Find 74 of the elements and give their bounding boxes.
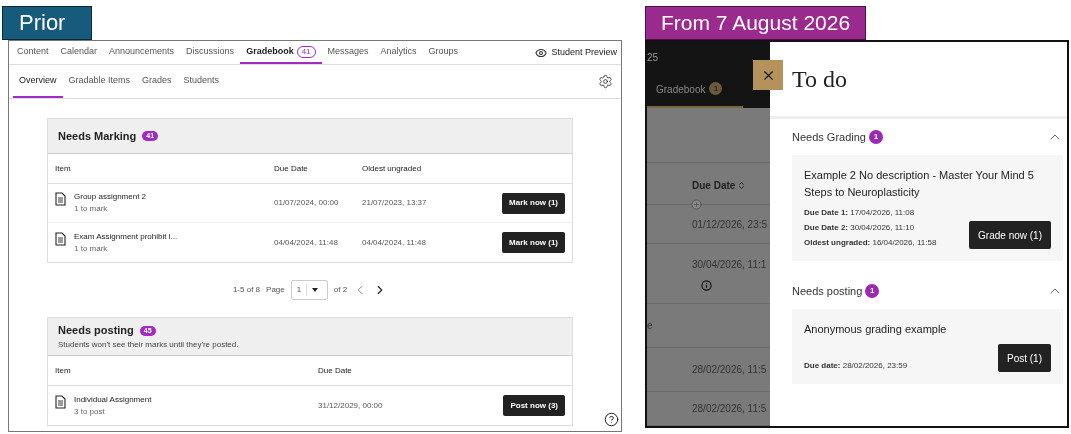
sub-tab[interactable]: Students: [177, 65, 226, 98]
nav-tab[interactable]: Announcements: [103, 41, 181, 64]
column-header: Oldest ungraded: [362, 162, 422, 175]
document-icon: [55, 394, 66, 409]
page-label: Page: [266, 284, 285, 296]
header-text: 25: [647, 51, 660, 65]
column-header: Item: [55, 162, 72, 175]
task-action-button[interactable]: Post (1): [998, 344, 1051, 372]
task-action-button[interactable]: Grade now (1): [969, 221, 1051, 249]
item-subtitle: 1 to mark: [74, 242, 109, 255]
help-icon[interactable]: [604, 412, 619, 427]
preview-icon: [535, 46, 548, 59]
section-title: Needs Grading: [792, 129, 866, 145]
nav-tab[interactable]: Content: [11, 41, 55, 64]
count-badge: 1: [865, 284, 880, 298]
count-badge: 1: [869, 130, 883, 144]
page-select[interactable]: 1: [290, 280, 328, 300]
task-title[interactable]: Anonymous grading example: [804, 321, 1051, 338]
drawer-title: To do: [792, 65, 847, 94]
table-cell-text: 01/12/2026, 23:5: [692, 217, 769, 232]
nav-tab[interactable]: Gradebook 41: [240, 41, 322, 64]
settings-icon[interactable]: [598, 74, 613, 89]
count-badge: 1: [709, 82, 723, 96]
panel-label: Prior: [2, 6, 92, 40]
gradebook-tab[interactable]: Gradebook 1: [647, 82, 743, 109]
item-subtitle: 1 to mark: [74, 203, 109, 215]
dropdown-icon: [312, 288, 319, 292]
sort-icon[interactable]: [737, 180, 747, 190]
nav-tab[interactable]: Analytics: [374, 41, 423, 64]
post-now-button[interactable]: Post now (3): [503, 395, 565, 416]
card-title: Needs Marking: [58, 128, 137, 144]
sub-tab[interactable]: Gradable Items: [62, 65, 137, 98]
column-header: Due Date: [692, 178, 736, 193]
nav-tab[interactable]: Messages: [321, 41, 375, 64]
card-note: Students won't see their marks until they're posted.: [58, 338, 240, 351]
oldest-date: 04/04/2024, 11:48: [362, 236, 426, 249]
close-button[interactable]: [753, 60, 783, 90]
item-subtitle: 3 to post: [74, 405, 106, 418]
document-icon: [55, 231, 66, 246]
column-header: Due Date: [274, 162, 309, 175]
sub-tab[interactable]: Grades: [136, 65, 178, 98]
table-cell-text: 28/02/2026, 11:5: [692, 402, 768, 417]
column-header: Item: [55, 364, 72, 377]
nav-tab[interactable]: Discussions: [180, 41, 241, 64]
nav-tab[interactable]: Groups: [422, 41, 465, 64]
page-count: of 2: [333, 284, 348, 296]
student-preview-link[interactable]: Student Preview: [551, 45, 617, 60]
panel-label: From 7 August 2026: [645, 6, 867, 40]
task-title[interactable]: Example 2 No description - Master Your Mind 5 Steps to Neuroplasticity: [804, 167, 1051, 201]
add-icon: [691, 199, 702, 211]
oldest-date: 21/07/2023, 13:37: [362, 197, 427, 209]
item-title[interactable]: Group assignment 2: [74, 191, 147, 203]
mark-now-button[interactable]: Mark now (1): [502, 232, 565, 253]
item-title[interactable]: Exam Assignment prohibit l...: [74, 230, 178, 243]
task-detail: Due Date 2: 30/04/2026, 11:10: [804, 222, 916, 234]
table-cell-text: e: [647, 319, 654, 334]
section-title: Needs posting: [792, 283, 863, 299]
document-icon: [55, 192, 66, 206]
range-text: 1-5 of 8: [232, 284, 261, 296]
table-cell-text: 28/02/2026, 11:5: [692, 363, 768, 378]
due-date: 31/12/2029, 00:00: [318, 399, 383, 412]
task-detail: Due date: 28/02/2026, 23:59: [804, 360, 908, 372]
due-date: 01/07/2024, 00:00: [274, 197, 340, 209]
due-date: 04/04/2024, 11:48: [274, 236, 339, 249]
item-title[interactable]: Individual Assignment: [74, 393, 152, 406]
task-detail: Oldest ungraded: 16/04/2026, 11:58: [804, 237, 937, 249]
mark-now-button[interactable]: Mark now (1): [502, 192, 565, 214]
nav-tab[interactable]: Calendar: [54, 41, 104, 64]
info-icon[interactable]: [701, 279, 712, 291]
task-detail: Due Date 1: 17/04/2026, 11:08: [804, 207, 916, 219]
column-header: Due Date: [318, 364, 352, 377]
card-title: Needs posting: [58, 323, 134, 339]
table-cell-text: 30/04/2026, 11:1: [692, 257, 768, 272]
sub-tab[interactable]: Overview: [13, 65, 63, 98]
